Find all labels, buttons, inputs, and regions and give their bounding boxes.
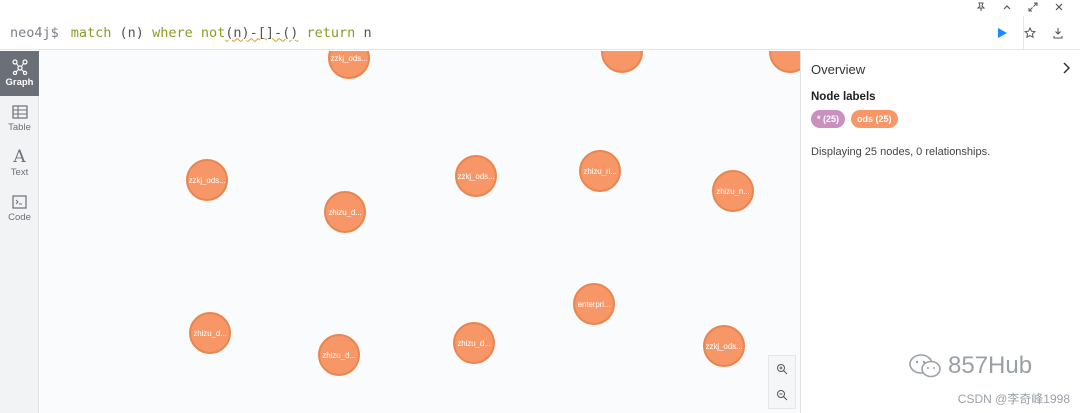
zoom-out-icon[interactable] bbox=[772, 385, 792, 405]
wechat-logo-icon bbox=[909, 354, 941, 378]
watermark-text: 857Hub bbox=[948, 352, 1033, 379]
graph-node[interactable]: zhizu_d... bbox=[189, 312, 231, 354]
frame-controls bbox=[970, 0, 1080, 14]
graph-node[interactable]: zhizu_ri... bbox=[579, 150, 621, 192]
overview-header[interactable]: Overview bbox=[811, 61, 1071, 77]
keyword-match: match bbox=[70, 24, 112, 41]
star-icon bbox=[1024, 27, 1036, 39]
node-label-list: * (25) ods (25) bbox=[811, 110, 1070, 128]
graph-node[interactable]: zhizu_n... bbox=[712, 170, 754, 212]
graph-node[interactable] bbox=[601, 51, 643, 73]
neo4j-browser-frame: neo4j$ match (n) where not(n)-[]-() retu… bbox=[0, 0, 1080, 413]
graph-node[interactable]: zzkj_ods... bbox=[455, 155, 497, 197]
graph-node[interactable]: zhizu_d... bbox=[453, 322, 495, 364]
pin-icon[interactable] bbox=[970, 0, 992, 14]
favorite-button[interactable] bbox=[1020, 23, 1040, 43]
view-graph-label: Graph bbox=[5, 77, 34, 88]
download-icon bbox=[1053, 28, 1063, 39]
watermark: 857Hub bbox=[908, 352, 1032, 380]
zoom-controls bbox=[768, 355, 796, 409]
text-icon: A bbox=[13, 147, 26, 167]
play-icon bbox=[998, 28, 1007, 38]
keyword-where: where bbox=[152, 24, 193, 41]
query-segment: (n) bbox=[111, 24, 153, 41]
query-space bbox=[298, 25, 306, 41]
graph-node[interactable]: zhizu_d... bbox=[324, 191, 366, 233]
graph-canvas[interactable]: zzkj_ods... zzkj_ods... zzkj_ods... zhiz… bbox=[40, 51, 800, 413]
node-labels-heading: Node labels bbox=[811, 91, 876, 103]
query-segment: n bbox=[355, 24, 372, 41]
keyword-return: return bbox=[306, 24, 356, 41]
chevron-right-icon[interactable] bbox=[1062, 61, 1071, 77]
run-button[interactable] bbox=[992, 23, 1012, 43]
author-credit: CSDN @李奇峰1998 bbox=[957, 392, 1070, 406]
zoom-in-icon[interactable] bbox=[772, 359, 792, 379]
graph-node[interactable] bbox=[769, 51, 800, 73]
view-table-tab[interactable]: Table bbox=[0, 96, 39, 141]
expand-icon[interactable] bbox=[1022, 0, 1044, 14]
overview-title: Overview bbox=[811, 61, 866, 77]
close-icon[interactable] bbox=[1048, 0, 1070, 14]
table-icon bbox=[11, 104, 28, 120]
query-editor[interactable]: neo4j$ match (n) where not(n)-[]-() retu… bbox=[0, 16, 1080, 50]
query-pattern: (n)-[]-() bbox=[225, 24, 299, 41]
query-space bbox=[193, 25, 201, 41]
view-graph-tab[interactable]: Graph bbox=[0, 51, 39, 96]
code-icon bbox=[12, 194, 27, 210]
graph-node[interactable]: zzkj_ods... bbox=[328, 51, 370, 79]
download-button[interactable] bbox=[1048, 23, 1068, 43]
view-code-label: Code bbox=[8, 212, 31, 223]
label-ods-badge[interactable]: ods (25) bbox=[851, 110, 898, 128]
view-table-label: Table bbox=[8, 122, 31, 133]
result-status: Displaying 25 nodes, 0 relationships. bbox=[811, 146, 991, 158]
collapse-icon[interactable] bbox=[996, 0, 1018, 14]
graph-node[interactable]: enterpri... bbox=[573, 283, 615, 325]
graph-node[interactable]: zzkj_ods... bbox=[186, 159, 228, 201]
view-text-label: Text bbox=[10, 167, 29, 178]
query-text[interactable]: match (n) where not(n)-[]-() return n bbox=[71, 25, 372, 41]
view-switcher: Graph Table A Text Code bbox=[0, 51, 39, 413]
view-text-tab[interactable]: A Text bbox=[0, 141, 39, 186]
graph-node[interactable]: zhizu_d... bbox=[318, 334, 360, 376]
graph-node[interactable]: zzkj_ods... bbox=[703, 325, 745, 367]
view-code-tab[interactable]: Code bbox=[0, 186, 39, 231]
keyword-not: not bbox=[200, 24, 226, 41]
label-all-badge[interactable]: * (25) bbox=[811, 110, 846, 128]
graph-icon bbox=[11, 59, 28, 75]
editor-prompt: neo4j$ bbox=[10, 24, 59, 41]
